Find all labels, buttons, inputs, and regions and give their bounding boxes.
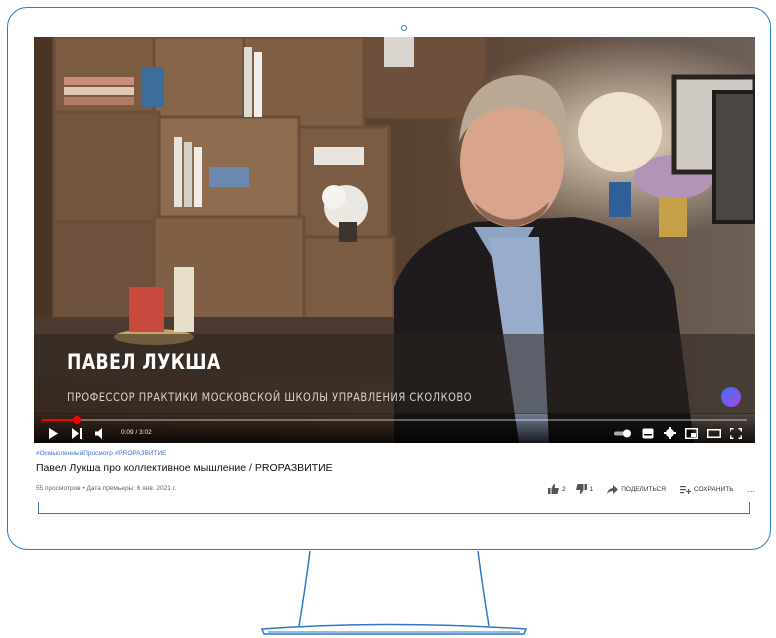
save-button[interactable]: СОХРАНИТЬ: [679, 485, 734, 494]
channel-watermark-icon: [721, 387, 741, 407]
thumbs-down-icon: [575, 484, 587, 494]
theater-mode-icon[interactable]: [707, 428, 721, 439]
dislike-button[interactable]: 1: [575, 484, 594, 494]
like-count: 2: [561, 485, 566, 493]
screen: ПАВЕЛ ЛУКША ПРОФЕССОР ПРАКТИКИ МОСКОВСКО…: [34, 37, 755, 502]
volume-icon[interactable]: [95, 428, 107, 439]
thumbs-up-icon: [547, 484, 559, 494]
next-icon[interactable]: [72, 428, 83, 439]
settings-gear-icon[interactable]: [664, 427, 676, 439]
video-player[interactable]: ПАВЕЛ ЛУКША ПРОФЕССОР ПРАКТИКИ МОСКОВСКО…: [34, 37, 755, 443]
share-label: ПОДЕЛИТЬСЯ: [621, 485, 666, 493]
player-controls: 0:09 / 3:02: [34, 413, 755, 443]
share-button[interactable]: ПОДЕЛИТЬСЯ: [607, 484, 666, 494]
speaker-name-caption: ПАВЕЛ ЛУКША: [67, 350, 221, 374]
progress-scrubber-handle[interactable]: [73, 416, 82, 424]
subtitles-icon[interactable]: [642, 428, 654, 439]
fullscreen-icon[interactable]: [730, 428, 742, 439]
more-icon: ...: [747, 484, 755, 494]
time-display: 0:09 / 3:02: [121, 429, 152, 436]
share-arrow-icon: [607, 484, 619, 494]
miniplayer-icon[interactable]: [685, 428, 698, 439]
progress-bar[interactable]: [42, 416, 747, 424]
autoplay-toggle-icon[interactable]: [614, 429, 632, 438]
playlist-add-icon: [679, 485, 691, 494]
video-actions: 2 1 ПОДЕЛИТЬСЯ СОХРАНИТЬ ...: [538, 482, 755, 496]
dislike-count: 1: [589, 485, 594, 493]
play-icon[interactable]: [48, 428, 58, 439]
save-label: СОХРАНИТЬ: [693, 485, 734, 493]
like-button[interactable]: 2: [547, 484, 566, 494]
progress-fill: [42, 419, 78, 421]
speaker-title-caption: ПРОФЕССОР ПРАКТИКИ МОСКОВСКОЙ ШКОЛЫ УПРА…: [67, 390, 473, 404]
video-hashtags[interactable]: #ОсмысленныйПросмотр #PROРАЗВИТИЕ: [36, 450, 166, 457]
more-actions-button[interactable]: ...: [747, 484, 755, 494]
video-title: Павел Лукша про коллективное мышление / …: [36, 462, 333, 474]
video-meta: 55 просмотров • Дата премьеры: 6 янв. 20…: [36, 485, 177, 492]
